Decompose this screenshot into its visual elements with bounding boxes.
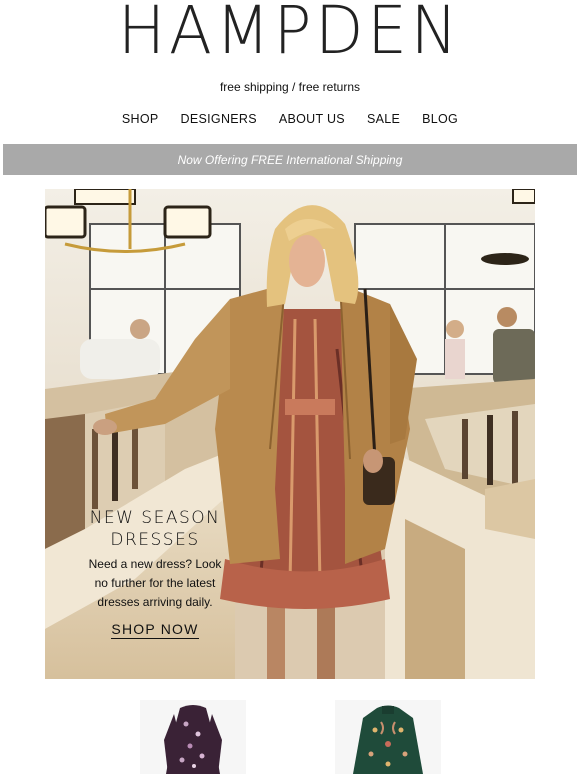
main-nav: SHOP DESIGNERS ABOUT US SALE BLOG: [0, 112, 580, 126]
nav-item-shop[interactable]: SHOP: [122, 112, 159, 126]
hero-title-line1: NEW SEASON: [89, 508, 221, 528]
hero-banner[interactable]: NEW SEASON DRESSES Need a new dress? Loo…: [45, 189, 535, 679]
nav-item-sale[interactable]: SALE: [367, 112, 400, 126]
hero-title-line2: DRESSES: [110, 530, 200, 550]
shipping-banner[interactable]: Now Offering FREE International Shipping: [3, 144, 577, 175]
hero-body-line2: no further for the latest: [94, 576, 216, 590]
nav-item-designers[interactable]: DESIGNERS: [181, 112, 257, 126]
brand-logo[interactable]: HAMPDEN: [0, 0, 580, 69]
hero-description: Need a new dress? Look no further for th…: [65, 555, 245, 612]
product-image: [335, 700, 441, 774]
hero-copy: NEW SEASON DRESSES Need a new dress? Loo…: [65, 507, 245, 639]
hero-body-line1: Need a new dress? Look: [88, 557, 222, 571]
shop-now-link[interactable]: SHOP NOW: [111, 621, 199, 639]
shipping-banner-text: Now Offering FREE International Shipping: [177, 152, 403, 167]
product-image: [140, 700, 246, 774]
logo-text: HAMPDEN: [118, 0, 462, 69]
shipping-tagline: free shipping / free returns: [219, 80, 361, 94]
hero-body-line3: dresses arriving daily.: [97, 595, 213, 609]
product-card-green-blouse[interactable]: [335, 700, 441, 774]
product-card-floral-dress[interactable]: [140, 700, 246, 774]
nav-item-blog[interactable]: BLOG: [422, 112, 458, 126]
nav-item-about-us[interactable]: ABOUT US: [279, 112, 345, 126]
